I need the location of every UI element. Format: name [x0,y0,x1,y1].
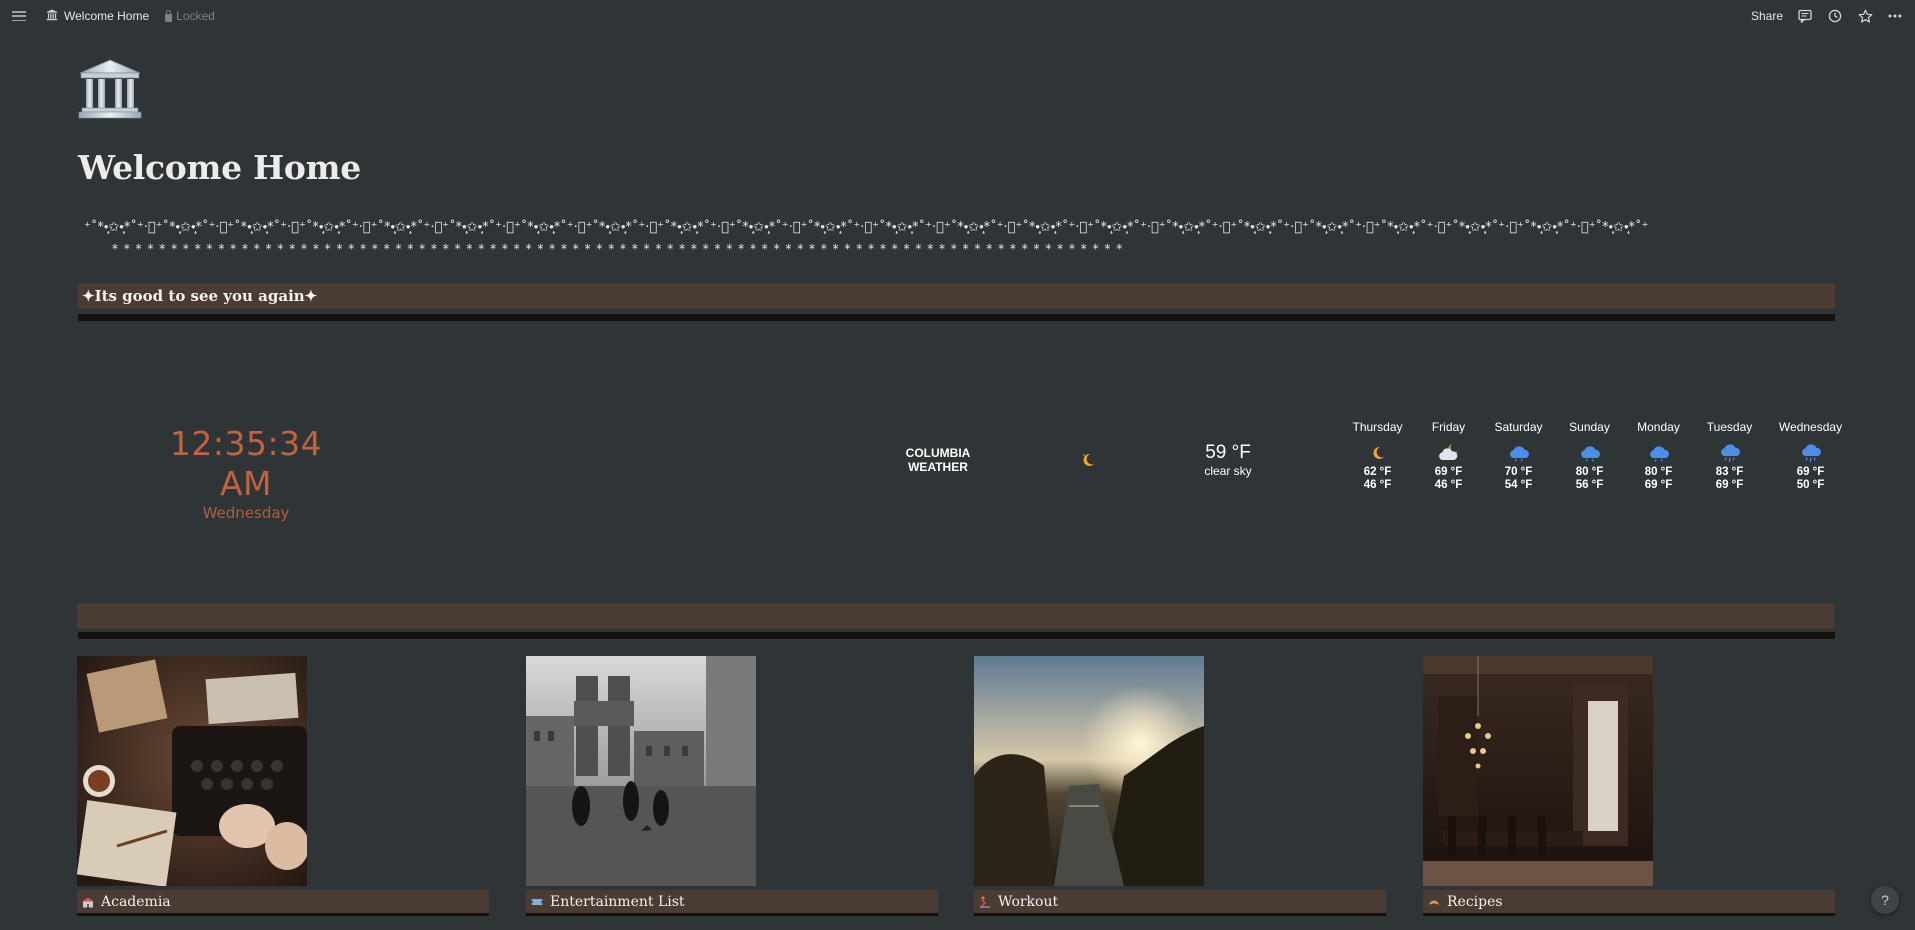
forecast-day-name: Wednesday [1778,420,1843,434]
breadcrumb-title[interactable]: Welcome Home [64,9,149,23]
star-divider-row: ⁎ ⁎ ⁎ ⁎ ⁎ ⁎ ⁎ ⁎ ⁎ ⁎ ⁎ ⁎ ⁎ ⁎ ⁎ ⁎ ⁎ ⁎ ⁎ ⁎ … [112,238,1124,252]
breadcrumb: Welcome Home Locked [0,9,215,24]
share-button[interactable]: Share [1751,9,1783,23]
gallery-caption[interactable]: Entertainment List [526,890,938,913]
cloud-icon [1483,440,1554,466]
classical-building-icon[interactable] [46,9,58,24]
help-button[interactable]: ? [1871,886,1899,914]
gallery-caption[interactable]: Recipes [1423,890,1835,913]
comment-icon[interactable] [1797,8,1813,24]
forecast-high: 69 °F [1434,466,1463,478]
weather-forecast: Thursday 62 °F 46 °F Friday 69 °F 46 °F … [1341,420,1854,492]
banner-rule [78,632,1835,639]
banner-rule [78,314,1835,321]
clock-day: Wednesday [202,504,290,522]
gallery-card-academia[interactable]: Academia [76,656,489,916]
forecast-day-name: Monday [1637,420,1680,434]
clock-icon[interactable] [1827,8,1843,24]
forecast-low: 50 °F [1796,479,1825,491]
current-temp: 59 °F [1205,442,1251,463]
college-quad-photo[interactable] [526,656,756,886]
gallery-card-workout[interactable]: Workout [974,656,1386,916]
rain-cloud-icon [1692,440,1767,466]
forecast-day-name: Saturday [1494,420,1543,434]
forecast-day-name: Friday [1431,420,1466,434]
gallery-label: Academia [101,893,171,910]
weather-city: COLUMBIA [905,446,971,460]
forecast-low: 46 °F [1363,479,1392,491]
croissant-icon [1428,896,1440,908]
ticket-icon [531,896,543,908]
star-icon[interactable] [1857,8,1873,24]
locked-indicator[interactable]: Locked [165,9,215,23]
gallery-label: Workout [998,893,1059,910]
gallery-caption[interactable]: Workout [974,890,1386,913]
gallery-card-recipes[interactable]: Recipes [1423,656,1835,916]
greeting-banner[interactable]: ✦Its good to see you again✦ [78,283,1835,309]
forecast-low: 54 °F [1504,479,1533,491]
forecast-day: Saturday 70 °F 54 °F [1483,420,1554,492]
forecast-high: 80 °F [1575,466,1604,478]
forecast-day: Sunday 80 °F 56 °F [1554,420,1625,492]
forecast-high: 62 °F [1363,466,1392,478]
crescent-moon-icon [1341,440,1414,466]
forecast-day: Thursday 62 °F 46 °F [1341,420,1414,492]
gallery-caption[interactable]: Academia [77,890,489,913]
cloud-icon [1554,440,1625,466]
cloud-icon [1625,440,1692,466]
forecast-low: 69 °F [1715,479,1744,491]
forecast-low: 56 °F [1575,479,1604,491]
decorative-star-divider: ⁺˚*•̩̩͙✩•̩̩͙*˚⁺‧͙⁺˚*•̩̩͙✩•̩̩͙*˚⁺‧͙⁺˚*•̩̩… [84,218,1804,252]
current-desc: clear sky [1204,464,1252,478]
forecast-high: 69 °F [1796,466,1825,478]
forecast-high: 70 °F [1504,466,1533,478]
top-bar: Welcome Home Locked Share [0,0,1915,32]
classical-building-icon[interactable] [78,58,142,120]
weather-location: COLUMBIA WEATHER [823,446,1053,474]
rowing-icon [979,896,991,908]
weather-subtitle: WEATHER [908,460,968,474]
star-divider-row: ⁺˚*•̩̩͙✩•̩̩͙*˚⁺‧͙⁺˚*•̩̩͙✩•̩̩͙*˚⁺‧͙⁺˚*•̩̩… [84,220,1649,235]
forecast-day: Wednesday 69 °F 50 °F [1767,420,1854,492]
forecast-high: 83 °F [1715,466,1744,478]
forecast-low: 69 °F [1644,479,1673,491]
gallery-label: Recipes [1447,893,1503,910]
topbar-actions: Share [1751,0,1903,32]
current-weather: 59 °F clear sky [1178,442,1278,478]
forecast-day: Tuesday 83 °F 69 °F [1692,420,1767,492]
forecast-day: Friday 69 °F 46 °F [1414,420,1483,492]
school-icon [82,896,94,908]
forecast-day-name: Thursday [1352,420,1403,434]
caption-rule [974,913,1386,916]
gallery-card-entertainment[interactable]: Entertainment List [526,656,938,916]
lock-icon [165,9,173,22]
forecast-day-name: Sunday [1569,420,1610,434]
forecast-high: 80 °F [1644,466,1673,478]
caption-rule [1423,913,1835,916]
section-banner[interactable] [77,603,1834,629]
page-title[interactable]: Welcome Home [78,148,361,187]
forecast-low: 46 °F [1434,479,1463,491]
locked-label: Locked [176,9,215,23]
river-sunset-photo[interactable] [974,656,1204,886]
caption-rule [77,913,489,916]
gallery-label: Entertainment List [550,893,685,910]
caption-rule [526,913,938,916]
clock-time: 12:35:34 AM [169,424,323,503]
dining-hall-photo[interactable] [1423,656,1653,886]
more-icon[interactable] [1887,8,1903,24]
forecast-day-name: Tuesday [1706,420,1753,434]
clock-widget: 12:35:34 AM Wednesday [146,424,346,522]
cloud-moon-icon [1414,440,1483,466]
rain-cloud-icon [1767,440,1854,466]
typewriter-desk-photo[interactable] [76,656,309,887]
crescent-moon-icon [1080,452,1096,468]
hamburger-icon[interactable] [12,11,26,21]
forecast-day: Monday 80 °F 69 °F [1625,420,1692,492]
